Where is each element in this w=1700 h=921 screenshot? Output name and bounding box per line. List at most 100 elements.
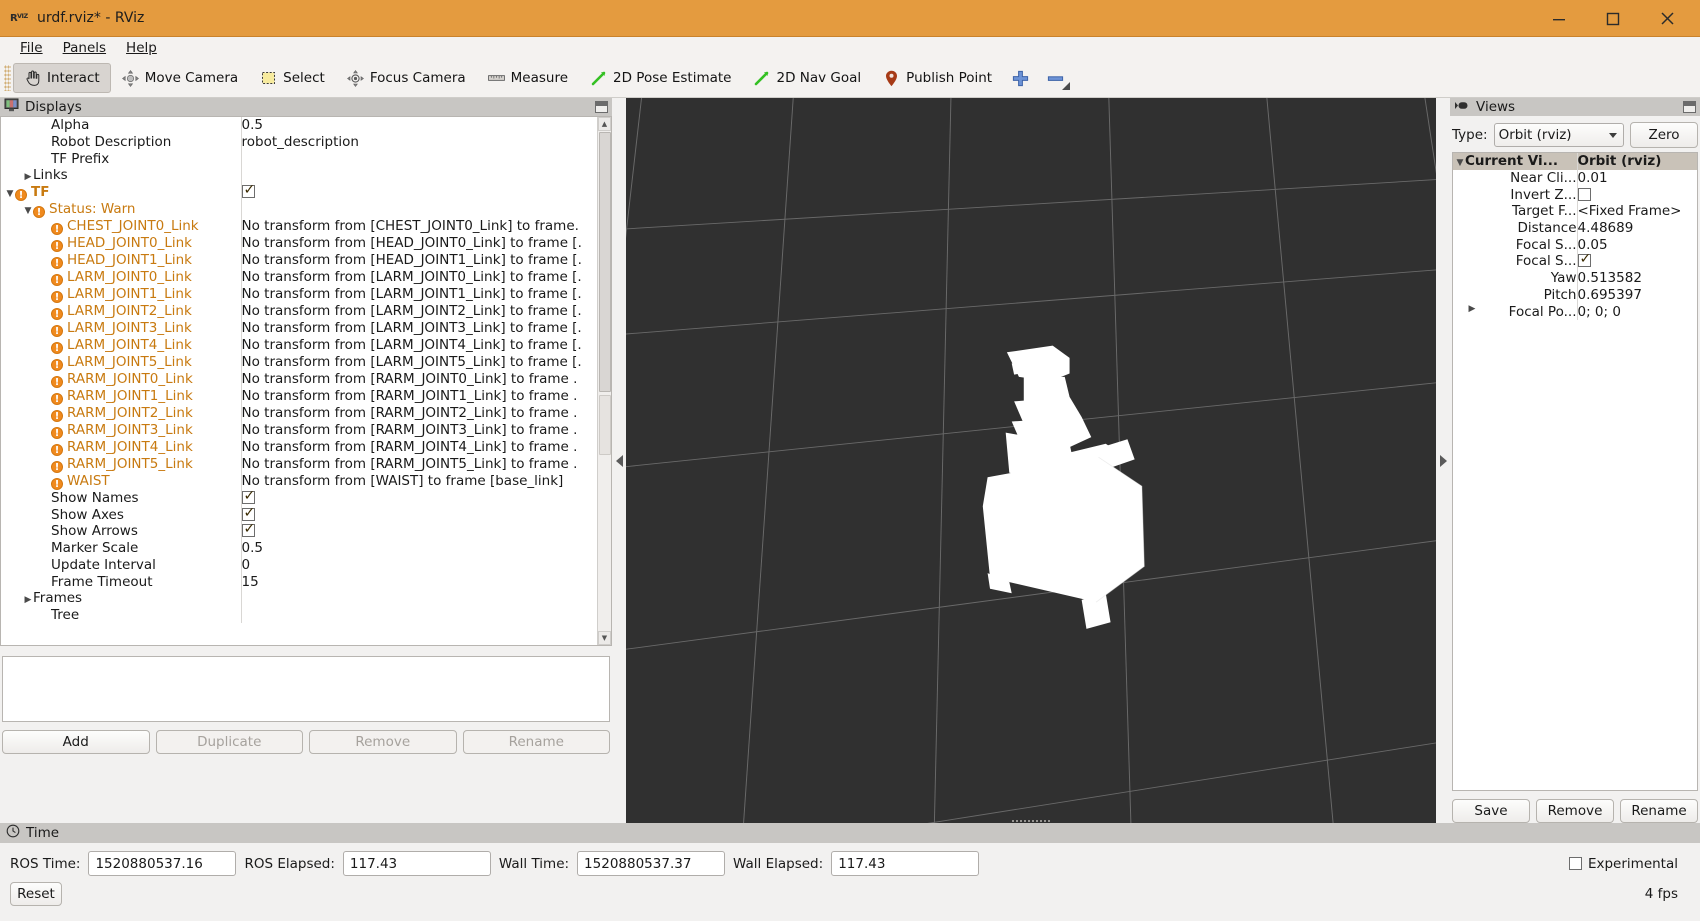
- displays-row-name-cell[interactable]: ! LARM_JOINT0_Link: [1, 268, 242, 286]
- duplicate-display-button[interactable]: Duplicate: [155, 730, 303, 754]
- displays-tree-row[interactable]: Show Axes: [1, 506, 611, 524]
- views-row-value-cell[interactable]: 0.513582: [1577, 270, 1697, 287]
- displays-tree-row[interactable]: ! LARM_JOINT2_Link No transform from [LARM…: [1, 302, 611, 320]
- displays-row-value-cell[interactable]: [241, 506, 611, 523]
- displays-row-value-cell[interactable]: [241, 490, 611, 507]
- scroll-down-arrow-icon[interactable]: ▼: [598, 631, 611, 645]
- expand-arrow-down-icon[interactable]: ▼: [23, 206, 33, 216]
- displays-row-value-cell[interactable]: No transform from [CHEST_JOINT0_Link] to…: [241, 218, 611, 235]
- views-row-name-cell[interactable]: Pitch: [1453, 286, 1578, 304]
- displays-row-name-cell[interactable]: ! RARM_JOINT1_Link: [1, 387, 242, 405]
- displays-tree-row[interactable]: TF Prefix: [1, 150, 611, 168]
- scroll-up-arrow-icon[interactable]: ▲: [598, 117, 611, 131]
- views-row-name-cell[interactable]: Distance: [1453, 219, 1578, 237]
- displays-splitter-handle[interactable]: [612, 98, 626, 823]
- displays-tree-row[interactable]: ▶ Links: [1, 167, 611, 184]
- displays-tree-row[interactable]: Frame Timeout 15: [1, 573, 611, 590]
- views-row-value-cell[interactable]: 0.05: [1577, 236, 1697, 253]
- displays-tree-row[interactable]: ▼! TF: [1, 183, 611, 201]
- displays-row-name-cell[interactable]: ▶ Links: [1, 167, 242, 184]
- displays-row-value-cell[interactable]: No transform from [LARM_JOINT1_Link] to …: [241, 286, 611, 303]
- displays-row-name-cell[interactable]: Tree: [1, 606, 242, 624]
- displays-tree-row[interactable]: ▼! Status: Warn: [1, 200, 611, 218]
- tool-2d-nav-goal[interactable]: 2D Nav Goal: [743, 63, 873, 93]
- displays-row-name-cell[interactable]: ! LARM_JOINT4_Link: [1, 336, 242, 354]
- tool-measure[interactable]: Measure: [477, 63, 579, 93]
- views-row-name-cell[interactable]: Near Cli...: [1453, 169, 1578, 187]
- collapse-left-arrow-icon[interactable]: [615, 454, 623, 467]
- displays-tree-row[interactable]: ! LARM_JOINT3_Link No transform from [LARM…: [1, 319, 611, 337]
- collapse-right-arrow-icon[interactable]: [1439, 454, 1447, 467]
- displays-row-name-cell[interactable]: Marker Scale: [1, 539, 242, 557]
- displays-scrollbar-thumb[interactable]: [599, 132, 611, 392]
- displays-row-name-cell[interactable]: ! RARM_JOINT5_Link: [1, 455, 242, 473]
- displays-row-name-cell[interactable]: ▼! TF: [1, 183, 242, 201]
- displays-tree-row[interactable]: ! LARM_JOINT1_Link No transform from [LARM…: [1, 285, 611, 303]
- displays-row-value-cell[interactable]: No transform from [RARM_JOINT0_Link] to …: [241, 371, 611, 388]
- displays-row-name-cell[interactable]: ! LARM_JOINT5_Link: [1, 353, 242, 371]
- zero-button[interactable]: Zero: [1630, 122, 1698, 148]
- displays-row-value-cell[interactable]: No transform from [LARM_JOINT3_Link] to …: [241, 320, 611, 337]
- displays-row-value-cell[interactable]: No transform from [RARM_JOINT1_Link] to …: [241, 388, 611, 405]
- displays-tree-row[interactable]: Update Interval 0: [1, 556, 611, 574]
- displays-tree-row[interactable]: ! LARM_JOINT4_Link No transform from [LARM…: [1, 336, 611, 354]
- displays-row-name-cell[interactable]: ! LARM_JOINT3_Link: [1, 319, 242, 337]
- views-row-name-cell[interactable]: Invert Z...: [1453, 186, 1578, 204]
- ros-elapsed-input[interactable]: 117.43: [342, 851, 491, 876]
- displays-row-value-cell[interactable]: 0: [241, 557, 611, 574]
- current-view-header-cell[interactable]: ▼ Current Vi...: [1453, 153, 1578, 170]
- close-button[interactable]: [1640, 0, 1694, 37]
- views-row-value-cell[interactable]: <Fixed Frame>: [1577, 203, 1697, 220]
- tool-move-camera[interactable]: Move Camera: [111, 63, 249, 93]
- remove-view-button[interactable]: Remove: [1536, 799, 1614, 823]
- experimental-checkbox[interactable]: [1568, 857, 1582, 870]
- tool-2d-pose-estimate[interactable]: 2D Pose Estimate: [579, 63, 742, 93]
- displays-row-value-cell[interactable]: No transform from [HEAD_JOINT1_Link] to …: [241, 252, 611, 269]
- views-row-name-cell[interactable]: ▶ Focal Po...: [1453, 303, 1578, 320]
- views-row-name-cell[interactable]: Focal S...: [1453, 236, 1578, 254]
- displays-tree-row[interactable]: Marker Scale 0.5: [1, 539, 611, 557]
- displays-tree-row[interactable]: ! HEAD_JOINT0_Link No transform from [HEAD…: [1, 234, 611, 252]
- views-tree[interactable]: ▼ Current Vi... Orbit (rviz) Near Cli... 0.0…: [1452, 152, 1698, 791]
- experimental-toggle[interactable]: Experimental: [1568, 856, 1690, 872]
- views-row-name-cell[interactable]: Target F...: [1453, 203, 1578, 220]
- tool-publish-point[interactable]: Publish Point: [872, 63, 1003, 93]
- displays-tree[interactable]: Alpha 0.5 Robot Description robot_descripti…: [0, 116, 612, 646]
- displays-row-value-cell[interactable]: No transform from [LARM_JOINT4_Link] to …: [241, 337, 611, 354]
- menu-file[interactable]: File: [10, 39, 53, 57]
- displays-tree-row[interactable]: Tree: [1, 606, 611, 624]
- displays-row-value-cell[interactable]: No transform from [HEAD_JOINT0_Link] to …: [241, 235, 611, 252]
- displays-row-name-cell[interactable]: ! HEAD_JOINT0_Link: [1, 234, 242, 252]
- menu-help[interactable]: Help: [116, 39, 167, 57]
- displays-row-name-cell[interactable]: ! LARM_JOINT1_Link: [1, 285, 242, 303]
- displays-row-value-cell[interactable]: [241, 590, 611, 607]
- displays-row-name-cell[interactable]: ! RARM_JOINT2_Link: [1, 404, 242, 422]
- remove-display-button[interactable]: Remove: [309, 730, 457, 754]
- displays-row-value-cell[interactable]: [241, 167, 611, 184]
- displays-row-value-cell[interactable]: No transform from [RARM_JOINT3_Link] to …: [241, 422, 611, 439]
- wall-elapsed-input[interactable]: 117.43: [831, 851, 980, 876]
- displays-row-value-cell[interactable]: [241, 201, 611, 218]
- displays-tree-row[interactable]: ! RARM_JOINT2_Link No transform from [RARM…: [1, 404, 611, 422]
- expand-arrow-down-icon[interactable]: ▼: [5, 189, 15, 199]
- displays-tree-row[interactable]: ! LARM_JOINT0_Link No transform from [LARM…: [1, 268, 611, 286]
- displays-row-value-cell[interactable]: 0.5: [241, 117, 611, 134]
- views-tree-row[interactable]: Target F... <Fixed Frame>: [1453, 203, 1697, 220]
- views-tree-row[interactable]: Focal S...: [1453, 253, 1697, 270]
- expand-arrow-right-icon[interactable]: ▶: [23, 595, 33, 605]
- expand-arrow-right-icon[interactable]: ▶: [23, 172, 33, 182]
- displays-tree-row[interactable]: ! LARM_JOINT5_Link No transform from [LARM…: [1, 353, 611, 371]
- displays-tree-row[interactable]: Robot Description robot_description: [1, 133, 611, 151]
- displays-row-value-cell[interactable]: No transform from [LARM_JOINT5_Link] to …: [241, 354, 611, 371]
- displays-tree-row[interactable]: Show Names: [1, 489, 611, 507]
- displays-tree-row[interactable]: ! RARM_JOINT1_Link No transform from [RARM…: [1, 387, 611, 405]
- displays-row-value-cell[interactable]: No transform from [LARM_JOINT2_Link] to …: [241, 303, 611, 320]
- displays-row-value-cell[interactable]: [241, 523, 611, 540]
- ros-time-input[interactable]: 1520880537.16: [88, 851, 237, 876]
- displays-scrollbar[interactable]: ▲ ▼: [597, 117, 611, 645]
- reset-button[interactable]: Reset: [10, 882, 62, 906]
- displays-row-name-cell[interactable]: Update Interval: [1, 556, 242, 574]
- views-row-value-cell[interactable]: 4.48689: [1577, 220, 1697, 237]
- expand-arrow-right-icon[interactable]: ▶: [1467, 304, 1477, 314]
- save-view-button[interactable]: Save: [1452, 799, 1530, 823]
